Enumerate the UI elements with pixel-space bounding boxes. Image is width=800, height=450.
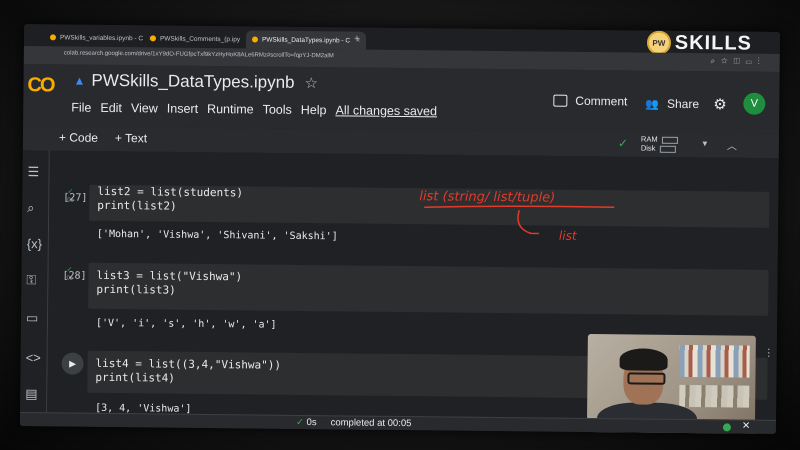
notebook-area: ✓ 0s [27] list2 = list(students) print(li… [47,150,779,434]
key-icon[interactable]: ⚿ [26,272,36,288]
menu-edit[interactable]: Edit [100,101,122,115]
menu-insert[interactable]: Insert [167,102,198,116]
disk-bar [659,145,676,153]
menu-runtime[interactable]: Runtime [207,102,254,116]
browser-toolbar-icons[interactable]: ⌕☆◫▭⋮ [711,56,766,67]
tab-comments[interactable]: PWSkills_Comments_(p.ipy× [144,29,256,48]
tab-variables[interactable]: PWSkills_variables.ipynb - C× [44,28,159,47]
chevron-down-icon[interactable]: ▼ [701,139,709,148]
connected-check-icon: ✓ [617,136,629,151]
variables-icon[interactable]: {x} [27,236,42,251]
annotation-line-1: list (string/ list/tuple) [419,189,555,205]
colab-logo[interactable]: CO [27,74,53,97]
annotation-line-2: list [559,229,578,243]
cell-output: ['Mohan', 'Vishwa', 'Shivani', 'Sakshi'] [96,228,338,243]
avatar[interactable]: V [743,92,766,115]
bookshelf [679,344,750,378]
bookshelf-lower [679,384,750,408]
new-tab-button[interactable]: + [354,34,360,45]
menu-view[interactable]: View [131,101,158,115]
cell-execution-count: [28] [62,270,87,282]
add-text-button[interactable]: + Text [115,131,147,145]
presenter-hair [619,348,668,371]
people-icon: 👥 [645,98,660,111]
save-status-link[interactable]: All changes saved [335,103,437,118]
check-icon: ✓ [295,416,304,429]
handwritten-annotation: list (string/ list/tuple) list [419,189,615,243]
ram-disk-indicator[interactable]: RAM Disk [641,135,678,153]
screen: PWSkills_variables.ipynb - C× PWSkills_C… [19,24,781,434]
chevron-up-icon[interactable]: ︿ [727,137,737,152]
annotation-arrow [517,210,539,235]
code-snippets-icon[interactable]: <> [26,350,41,365]
url-text: colab.research.google.com/drive/1xY9dO-F… [63,50,334,60]
colab-favicon-icon [251,36,259,43]
share-button[interactable]: 👥 Share [645,97,699,111]
run-cell-button[interactable]: ▶ [61,352,84,375]
menu-tools[interactable]: Tools [263,103,292,117]
menu-file[interactable]: File [71,101,91,115]
add-code-button[interactable]: + Code [59,130,98,144]
cell-execution-count: [27] [63,192,88,204]
code-text[interactable]: list3 = list("Vishwa") print(list3) [96,269,242,299]
gear-icon[interactable]: ⚙ [713,95,727,113]
code-text[interactable]: list2 = list(students) print(list2) [97,185,243,215]
annotation-underline [424,205,615,209]
execution-status: ✓ 0s completed at 00:05 [295,416,412,430]
menu-bar: File Edit View Insert Runtime Tools Help… [71,101,437,119]
presenter-glasses [627,372,666,385]
comment-icon [553,94,568,107]
search-icon[interactable]: ⌕ [27,200,34,216]
menu-help[interactable]: Help [301,103,327,117]
cell-more-options-icon[interactable]: ⋮ [764,348,774,359]
toc-icon[interactable]: ☰ [27,164,40,180]
brand-name: SKILLS [674,31,753,55]
ram-bar [661,136,678,144]
code-text[interactable]: list4 = list((3,4,"Vishwa")) print(list4… [95,357,281,387]
drive-icon: ▲ [73,73,86,88]
code-cell-28[interactable]: list3 = list("Vishwa") print(list3) [88,262,769,316]
folder-icon[interactable]: ▭ [26,310,38,326]
notebook-title[interactable]: ▲ PWSkills_DataTypes.ipynb ☆ [73,71,318,94]
terminal-icon[interactable]: ▤ [25,386,37,402]
colab-favicon-icon [49,34,57,41]
star-icon[interactable]: ☆ [304,74,318,92]
cell-output: ['V', 'i', 's', 'h', 'w', 'a'] [95,317,277,331]
status-dot [722,423,731,432]
colab-header: CO ▲ PWSkills_DataTypes.ipynb ☆ File Edi… [23,64,780,134]
tab-datatypes[interactable]: PWSkills_DataTypes.ipynb - C × [245,30,367,50]
pw-badge: PW [646,30,671,55]
comment-button[interactable]: Comment [553,94,627,108]
left-sidebar: ☰ ⌕ {x} ⚿ ▭ <> ▤ [20,150,50,413]
colab-favicon-icon [149,35,157,42]
close-icon[interactable]: ✕ [742,421,751,432]
